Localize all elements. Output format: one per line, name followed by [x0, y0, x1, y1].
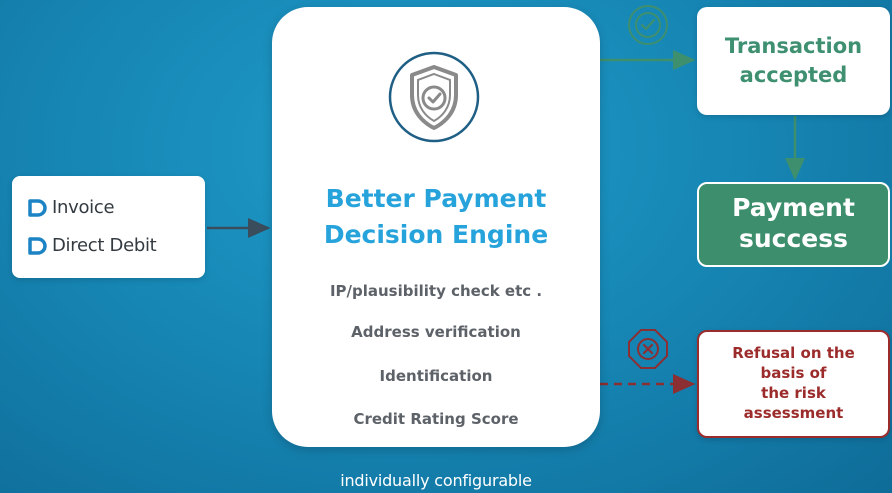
brand-d-icon: [28, 198, 47, 217]
check-credit-rating: Credit Rating Score: [353, 410, 519, 428]
refusal-box: Refusal on the basis of the risk assessm…: [697, 330, 890, 438]
payment-methods-card: Invoice Direct Debit: [12, 176, 205, 278]
refusal-line: assessment: [743, 404, 844, 422]
payment-method-invoice: Invoice: [27, 197, 115, 218]
transaction-accepted-box: Transaction accepted: [697, 7, 890, 115]
engine-title: Better Payment Decision Engine: [272, 181, 600, 253]
check-ip-plausibility: IP/plausibility check etc .: [329, 282, 543, 300]
engine-title-line2: Decision Engine: [323, 220, 549, 249]
footer-note: individually configurable: [340, 471, 532, 490]
brand-d-icon: [28, 236, 47, 255]
payment-success-box: Payment success: [697, 182, 890, 267]
accepted-line1: Transaction: [724, 34, 863, 58]
refusal-line: basis of: [760, 364, 827, 382]
check-identification: Identification: [379, 367, 493, 385]
shield-check-icon: [388, 51, 480, 143]
check-address-verification: Address verification: [351, 323, 521, 341]
payment-method-label: Invoice: [52, 197, 115, 218]
payment-method-label: Direct Debit: [52, 235, 157, 256]
accepted-line2: accepted: [739, 63, 848, 87]
engine-title-line1: Better Payment: [325, 184, 547, 213]
decision-engine-card: Better Payment Decision Engine IP/plausi…: [272, 7, 600, 447]
payment-method-direct-debit: Direct Debit: [27, 235, 157, 256]
x-octagon-icon: [628, 329, 668, 369]
check-circle-icon: [628, 5, 668, 45]
refusal-line: the risk: [761, 384, 826, 402]
success-line1: Payment: [732, 193, 855, 222]
success-line2: success: [738, 224, 849, 253]
refusal-line: Refusal on the: [732, 344, 855, 362]
